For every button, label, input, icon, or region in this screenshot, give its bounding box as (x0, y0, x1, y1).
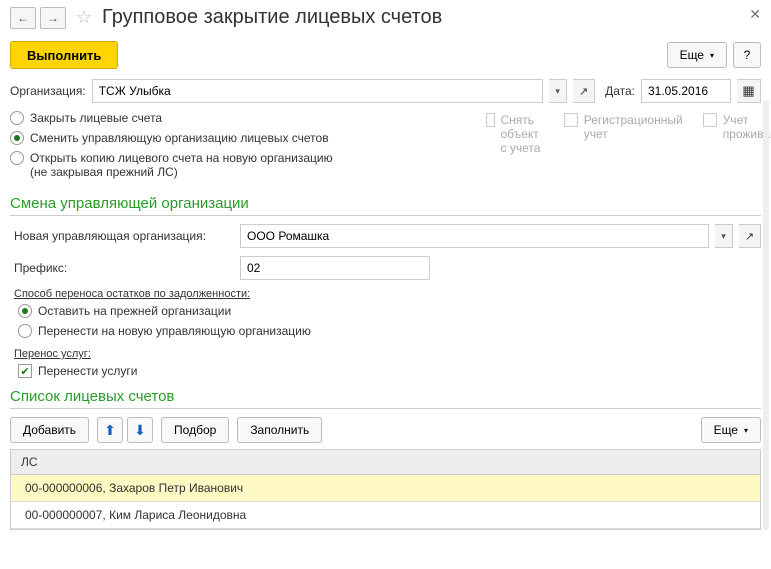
list-more-label: Еще (714, 423, 738, 437)
organization-label: Организация: (10, 84, 86, 98)
more-label: Еще (680, 48, 704, 62)
nav-back-button[interactable]: ← (10, 7, 36, 29)
checkbox-living (703, 113, 717, 127)
new-org-input[interactable] (240, 224, 709, 248)
table-header-ls[interactable]: ЛС (11, 450, 760, 475)
prefix-label: Префикс: (14, 261, 234, 275)
checkbox-registration (564, 113, 578, 127)
radio-debt-move[interactable] (18, 324, 32, 338)
radio-open-copy[interactable] (10, 151, 24, 165)
prefix-input[interactable] (240, 256, 430, 280)
radio-close-label: Закрыть лицевые счета (30, 111, 162, 125)
radio-close-accounts[interactable] (10, 111, 24, 125)
checkbox-move-services-label: Перенести услуги (38, 364, 137, 378)
new-org-open-button[interactable]: ↗ (739, 224, 761, 248)
radio-copy-label: Открыть копию лицевого счета на новую ор… (30, 151, 333, 179)
checkbox-move-services[interactable]: ✔ (18, 364, 32, 378)
table-row[interactable]: 00-000000007, Ким Лариса Леонидовна (11, 502, 760, 529)
radio-debt-keep[interactable] (18, 304, 32, 318)
nav-forward-button[interactable]: → (40, 7, 66, 29)
checkbox-remove-object (486, 113, 495, 127)
radio-debt-keep-label: Оставить на прежней организации (38, 304, 231, 318)
radio-debt-move-label: Перенести на новую управляющую организац… (38, 324, 311, 338)
chevron-down-icon: ▾ (710, 51, 714, 60)
toolbar-more-button[interactable]: Еще ▾ (667, 42, 727, 68)
move-up-button[interactable]: ⬆ (97, 417, 123, 443)
date-input[interactable] (641, 79, 731, 103)
list-more-button[interactable]: Еще ▾ (701, 417, 761, 443)
checkbox-registration-label: Регистрационныйучет (584, 113, 683, 141)
service-transfer-header: Перенос услуг: (10, 348, 761, 360)
section-change-org-header: Смена управляющей организации (10, 195, 761, 216)
table-row[interactable]: 00-000000006, Захаров Петр Иванович (11, 475, 760, 502)
chevron-down-icon: ▾ (744, 426, 748, 435)
favorite-star-icon[interactable]: ☆ (74, 8, 94, 28)
radio-change-label: Сменить управляющую организацию лицевых … (30, 131, 329, 145)
date-label: Дата: (605, 84, 635, 98)
close-icon[interactable]: ✕ (749, 6, 761, 23)
section-account-list-header: Список лицевых счетов (10, 388, 761, 409)
scrollbar[interactable] (763, 100, 769, 530)
radio-change-org[interactable] (10, 131, 24, 145)
add-button[interactable]: Добавить (10, 417, 89, 443)
fill-button[interactable]: Заполнить (237, 417, 322, 443)
execute-button[interactable]: Выполнить (10, 41, 118, 69)
organization-dropdown-button[interactable]: ▾ (549, 79, 567, 103)
new-org-dropdown-button[interactable]: ▾ (715, 224, 733, 248)
help-button[interactable]: ? (733, 42, 761, 68)
debt-transfer-header: Способ переноса остатков по задолженност… (10, 288, 761, 300)
pick-button[interactable]: Подбор (161, 417, 229, 443)
new-org-label: Новая управляющая организация: (14, 229, 234, 243)
accounts-table: ЛС 00-000000006, Захаров Петр Иванович 0… (10, 449, 761, 530)
move-down-button[interactable]: ⬇ (127, 417, 153, 443)
page-title: Групповое закрытие лицевых счетов (102, 6, 442, 29)
organization-input[interactable] (92, 79, 543, 103)
checkbox-remove-label: Снять объектс учета (501, 113, 544, 155)
organization-open-button[interactable]: ↗ (573, 79, 595, 103)
calendar-icon[interactable]: ▦ (737, 79, 761, 103)
